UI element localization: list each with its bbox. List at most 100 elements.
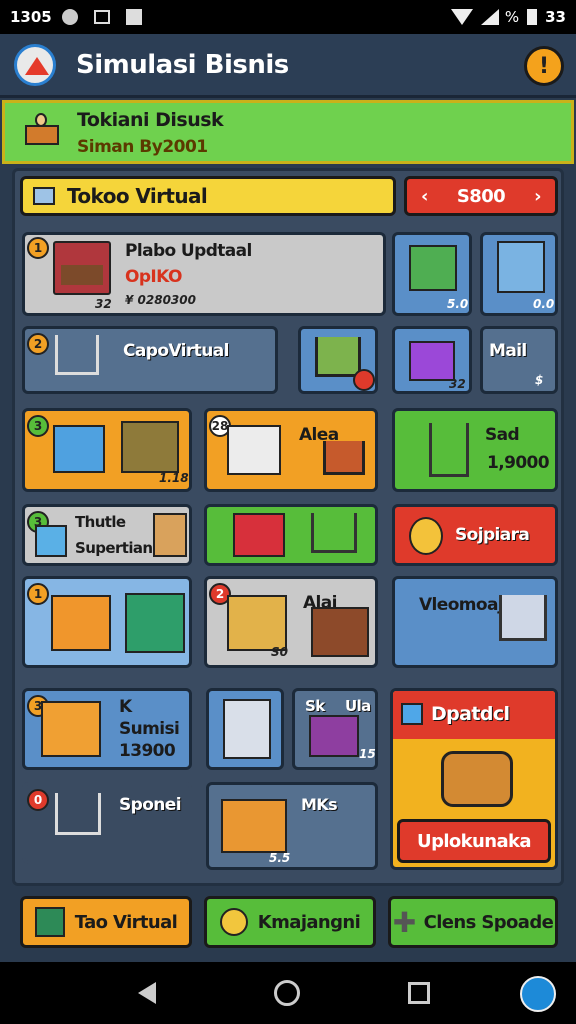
card-count: 5.5 <box>269 851 291 865</box>
shop-card-1c[interactable]: 0.0 <box>480 232 558 316</box>
cart-icon <box>499 595 547 641</box>
chevron-right-icon[interactable]: › <box>534 186 541 207</box>
store-front-icon <box>227 425 281 475</box>
app-icon <box>125 9 142 25</box>
card-count: 32 <box>449 377 466 391</box>
market-icon <box>409 245 457 291</box>
card-text-3: 13900 <box>119 741 176 761</box>
shop-card-2[interactable]: 2 CapoVirtual <box>22 326 278 394</box>
home-icon[interactable] <box>274 980 300 1006</box>
recents-icon[interactable] <box>408 982 430 1004</box>
battery-level: 33 <box>545 8 566 26</box>
shop-card-2c[interactable]: Mail $ <box>480 326 558 394</box>
banner-line2: Siman By2001 <box>77 137 208 157</box>
plus-icon: ✚ <box>392 905 416 939</box>
status-time: 1305 <box>10 8 52 26</box>
fridge-icon <box>223 699 271 759</box>
store-title-bar[interactable]: Tokoo Virtual <box>20 176 396 216</box>
card-badge: 0 <box>27 789 49 811</box>
card-title: Sad <box>485 425 520 445</box>
shop-card-7[interactable] <box>204 504 378 566</box>
card-count: 15 <box>359 747 376 761</box>
vending-machine-icon <box>221 799 287 853</box>
app-logo-icon <box>14 44 56 86</box>
shop-icon <box>233 513 285 557</box>
shop-card-10[interactable]: 2 Alai S0 <box>204 576 378 668</box>
shop-card-1[interactable]: 1 Plabo Updtaal OpIKO ¥ 0280300 32 <box>22 232 386 316</box>
tao-virtual-button[interactable]: Tao Virtual <box>20 896 192 948</box>
coin-icon <box>219 908 248 936</box>
card-count: 1.18 <box>159 471 189 485</box>
shop-building-icon <box>53 241 111 295</box>
shop-card-1b[interactable]: 5.0 <box>392 232 472 316</box>
card-title: Plabo Updtaal <box>125 241 252 261</box>
vending-cart-icon <box>41 701 101 757</box>
chevron-left-icon[interactable]: ‹ <box>421 186 428 207</box>
settings-icon <box>61 9 78 25</box>
notes-icon <box>34 907 65 937</box>
card-badge: 1 <box>27 583 49 605</box>
market-cart-icon <box>311 607 369 657</box>
gift-box-icon <box>409 341 455 381</box>
card-title: Dpatdcl <box>431 703 510 725</box>
card-subtitle: OpIKO <box>125 267 182 287</box>
kmajangni-button[interactable]: Kmajangni <box>204 896 376 948</box>
card-count: 0.0 <box>533 297 555 311</box>
barrel-icon <box>441 751 513 807</box>
card-badge: 1 <box>27 237 49 259</box>
shop-card-12[interactable]: 3 K Sumisi 13900 <box>22 688 192 770</box>
card-title: Vleomoaj <box>419 595 504 615</box>
info-icon <box>401 703 423 725</box>
banner-line1: Tokiani Disusk <box>77 109 224 131</box>
cash-value: S800 <box>456 185 506 207</box>
card-badge: 2 <box>27 333 49 355</box>
card-text-2: Sumisi <box>119 719 180 739</box>
shop-card-15[interactable]: Dpatdcl Uplokunaka <box>390 688 558 870</box>
app-bar: Simulasi Bisnis ! <box>0 34 576 98</box>
shop-card-3[interactable]: 3 1.18 <box>22 408 192 492</box>
cash-register-cart-icon <box>429 423 469 477</box>
back-icon[interactable] <box>138 982 156 1004</box>
shop-card-17[interactable]: 5.5 MKs <box>206 782 378 870</box>
card-title-2: Supertian <box>75 539 153 557</box>
office-building-icon <box>497 241 545 293</box>
cart-goods-icon <box>315 337 361 377</box>
shop-card-6[interactable]: 3 Thutle Supertian <box>22 504 192 566</box>
shop-card-4[interactable]: 28 Alea <box>204 408 378 492</box>
shop-card-13[interactable] <box>206 688 284 770</box>
assistant-icon[interactable] <box>520 976 556 1012</box>
screen-icon <box>93 10 110 24</box>
shop-card-2b[interactable]: 32 <box>392 326 472 394</box>
card-price: 1,9000 <box>487 453 550 473</box>
android-nav-bar <box>0 962 576 1024</box>
card-price: ¥ 0280300 <box>125 293 196 307</box>
alert-button[interactable]: ! <box>524 46 564 86</box>
clens-spoade-button[interactable]: ✚ Clens Spoade <box>388 896 558 948</box>
shop-card-2a[interactable] <box>298 326 378 394</box>
cart-icon <box>311 513 357 553</box>
shop-card-14[interactable]: Sk Ula 15 <box>292 688 378 770</box>
shop-card-8[interactable]: Sojpiara <box>392 504 558 566</box>
app-title: Simulasi Bisnis <box>76 50 289 80</box>
goods-sack-icon <box>153 513 187 557</box>
card-badge: 3 <box>27 415 49 437</box>
upgrade-button[interactable]: Uplokunaka <box>397 819 551 863</box>
shop-card-9[interactable]: 1 <box>22 576 192 668</box>
stall-icon <box>309 715 359 757</box>
kiosk-icon <box>53 425 105 473</box>
shopping-cart-icon <box>55 335 99 375</box>
card-title: MKs <box>301 795 338 814</box>
card-count: S0 <box>271 645 288 659</box>
wifi-icon <box>450 9 473 25</box>
shop-card-5[interactable]: Sad 1,9000 <box>392 408 558 492</box>
business-banner: Tokiani Disusk Siman By2001 <box>2 100 574 164</box>
small-shop-icon <box>35 525 67 557</box>
card-text-1: Sk <box>305 697 325 715</box>
status-bar: 1305 % 33 <box>0 0 576 34</box>
card-title-1: Thutle <box>75 513 126 531</box>
shop-card-16[interactable]: 0 Sponei <box>22 782 192 864</box>
shop-card-11[interactable]: Vleomoaj <box>392 576 558 668</box>
cart-icon <box>323 441 365 475</box>
card-title: Sponei <box>119 795 182 815</box>
cash-display[interactable]: ‹ S800 › <box>404 176 558 216</box>
